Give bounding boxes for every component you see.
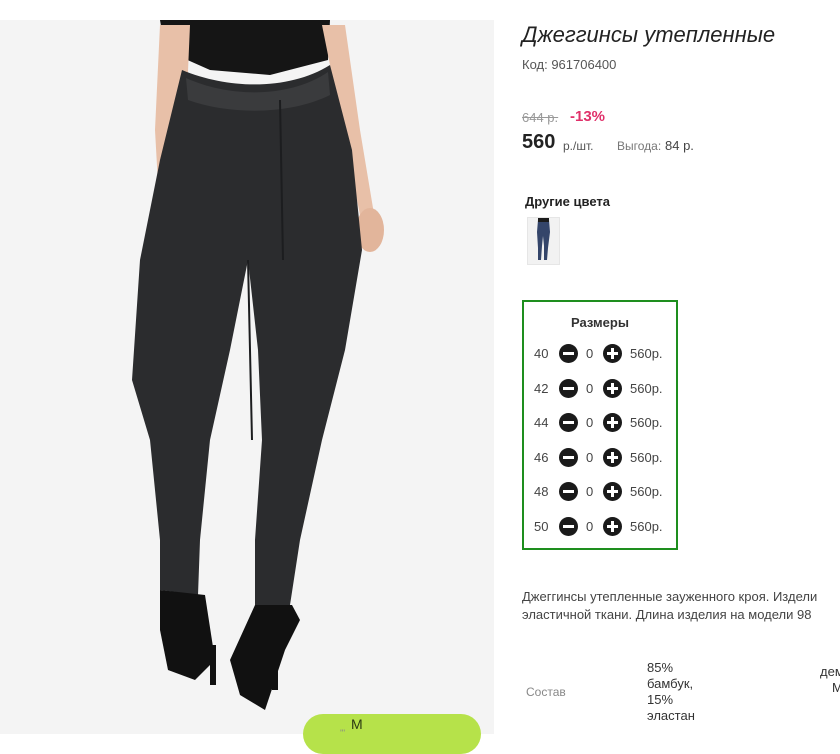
size-label: 44	[534, 415, 549, 430]
plus-circle-icon[interactable]	[603, 482, 622, 501]
size-label: 48	[534, 484, 549, 499]
quantity-value: 0	[586, 450, 594, 465]
size-row: 50 0 560р.	[524, 516, 676, 538]
savings-label: Выгода:	[617, 139, 662, 153]
current-price: 560	[522, 131, 556, 153]
product-photo[interactable]	[0, 20, 494, 734]
quantity-value: 0	[586, 519, 594, 534]
size-row: 42 0 560р.	[524, 378, 676, 400]
jeggings-thumbnail-icon	[528, 218, 559, 264]
product-description: Джеггинсы утепленные зауженного кроя. Из…	[522, 588, 840, 624]
composition-line: бамбук,	[647, 676, 694, 691]
quantity-value: 0	[586, 381, 594, 396]
size-label: 46	[534, 450, 549, 465]
composition-line: эластан	[647, 708, 695, 723]
minus-circle-icon[interactable]	[559, 482, 578, 501]
minus-circle-icon[interactable]	[559, 448, 578, 467]
size-price: 560р.	[630, 450, 663, 465]
sizes-panel: Размеры 40 0 560р. 42 0 560р. 44 0 560р.…	[522, 300, 678, 550]
size-price: 560р.	[630, 381, 663, 396]
product-code: Код: 961706400	[522, 57, 617, 72]
price-unit: р./шт.	[563, 139, 594, 153]
savings-value: 84 р.	[665, 138, 694, 153]
size-label: 42	[534, 381, 549, 396]
size-row: 44 0 560р.	[524, 412, 676, 434]
composition-value: 85% бамбук, 15% эластан	[647, 660, 707, 724]
description-line: эластичной ткани. Длина изделия на модел…	[522, 607, 812, 622]
size-price: 560р.	[630, 415, 663, 430]
composition-label: Состав	[526, 685, 566, 699]
quantity-value: 0	[586, 346, 594, 361]
minus-circle-icon[interactable]	[559, 379, 578, 398]
size-row: 40 0 560р.	[524, 343, 676, 365]
plus-circle-icon[interactable]	[603, 344, 622, 363]
add-to-cart-button[interactable]: М	[303, 714, 481, 754]
season-line: дем	[820, 664, 840, 679]
description-line: Джеггинсы утепленные зауженного кроя. Из…	[522, 589, 818, 604]
size-price: 560р.	[630, 484, 663, 499]
quantity-value: 0	[586, 415, 594, 430]
quantity-value: 0	[586, 484, 594, 499]
size-label: 50	[534, 519, 549, 534]
other-colors-label: Другие цвета	[525, 194, 610, 209]
plus-circle-icon[interactable]	[603, 379, 622, 398]
plus-circle-icon[interactable]	[603, 448, 622, 467]
size-row: 46 0 560р.	[524, 447, 676, 469]
size-row: 48 0 560р.	[524, 481, 676, 503]
product-image	[0, 20, 494, 734]
composition-line: 15%	[647, 692, 674, 707]
add-to-cart-label: М	[351, 716, 363, 732]
season-line: М	[832, 680, 840, 695]
composition-line: 85%	[647, 660, 674, 675]
size-label: 40	[534, 346, 549, 361]
size-price: 560р.	[630, 346, 663, 361]
sizes-title: Размеры	[571, 315, 629, 330]
minus-circle-icon[interactable]	[559, 517, 578, 536]
color-swatch-1[interactable]	[527, 217, 560, 265]
plus-circle-icon[interactable]	[603, 413, 622, 432]
discount-badge: -13%	[570, 108, 606, 125]
plus-circle-icon[interactable]	[603, 517, 622, 536]
minus-circle-icon[interactable]	[559, 413, 578, 432]
old-price: 644 р.	[522, 110, 559, 125]
size-price: 560р.	[630, 519, 663, 534]
misc-mark: '''	[340, 728, 346, 738]
minus-circle-icon[interactable]	[559, 344, 578, 363]
product-title: Джеггинсы утепленные	[522, 22, 776, 47]
season-value: дем М	[820, 664, 840, 696]
